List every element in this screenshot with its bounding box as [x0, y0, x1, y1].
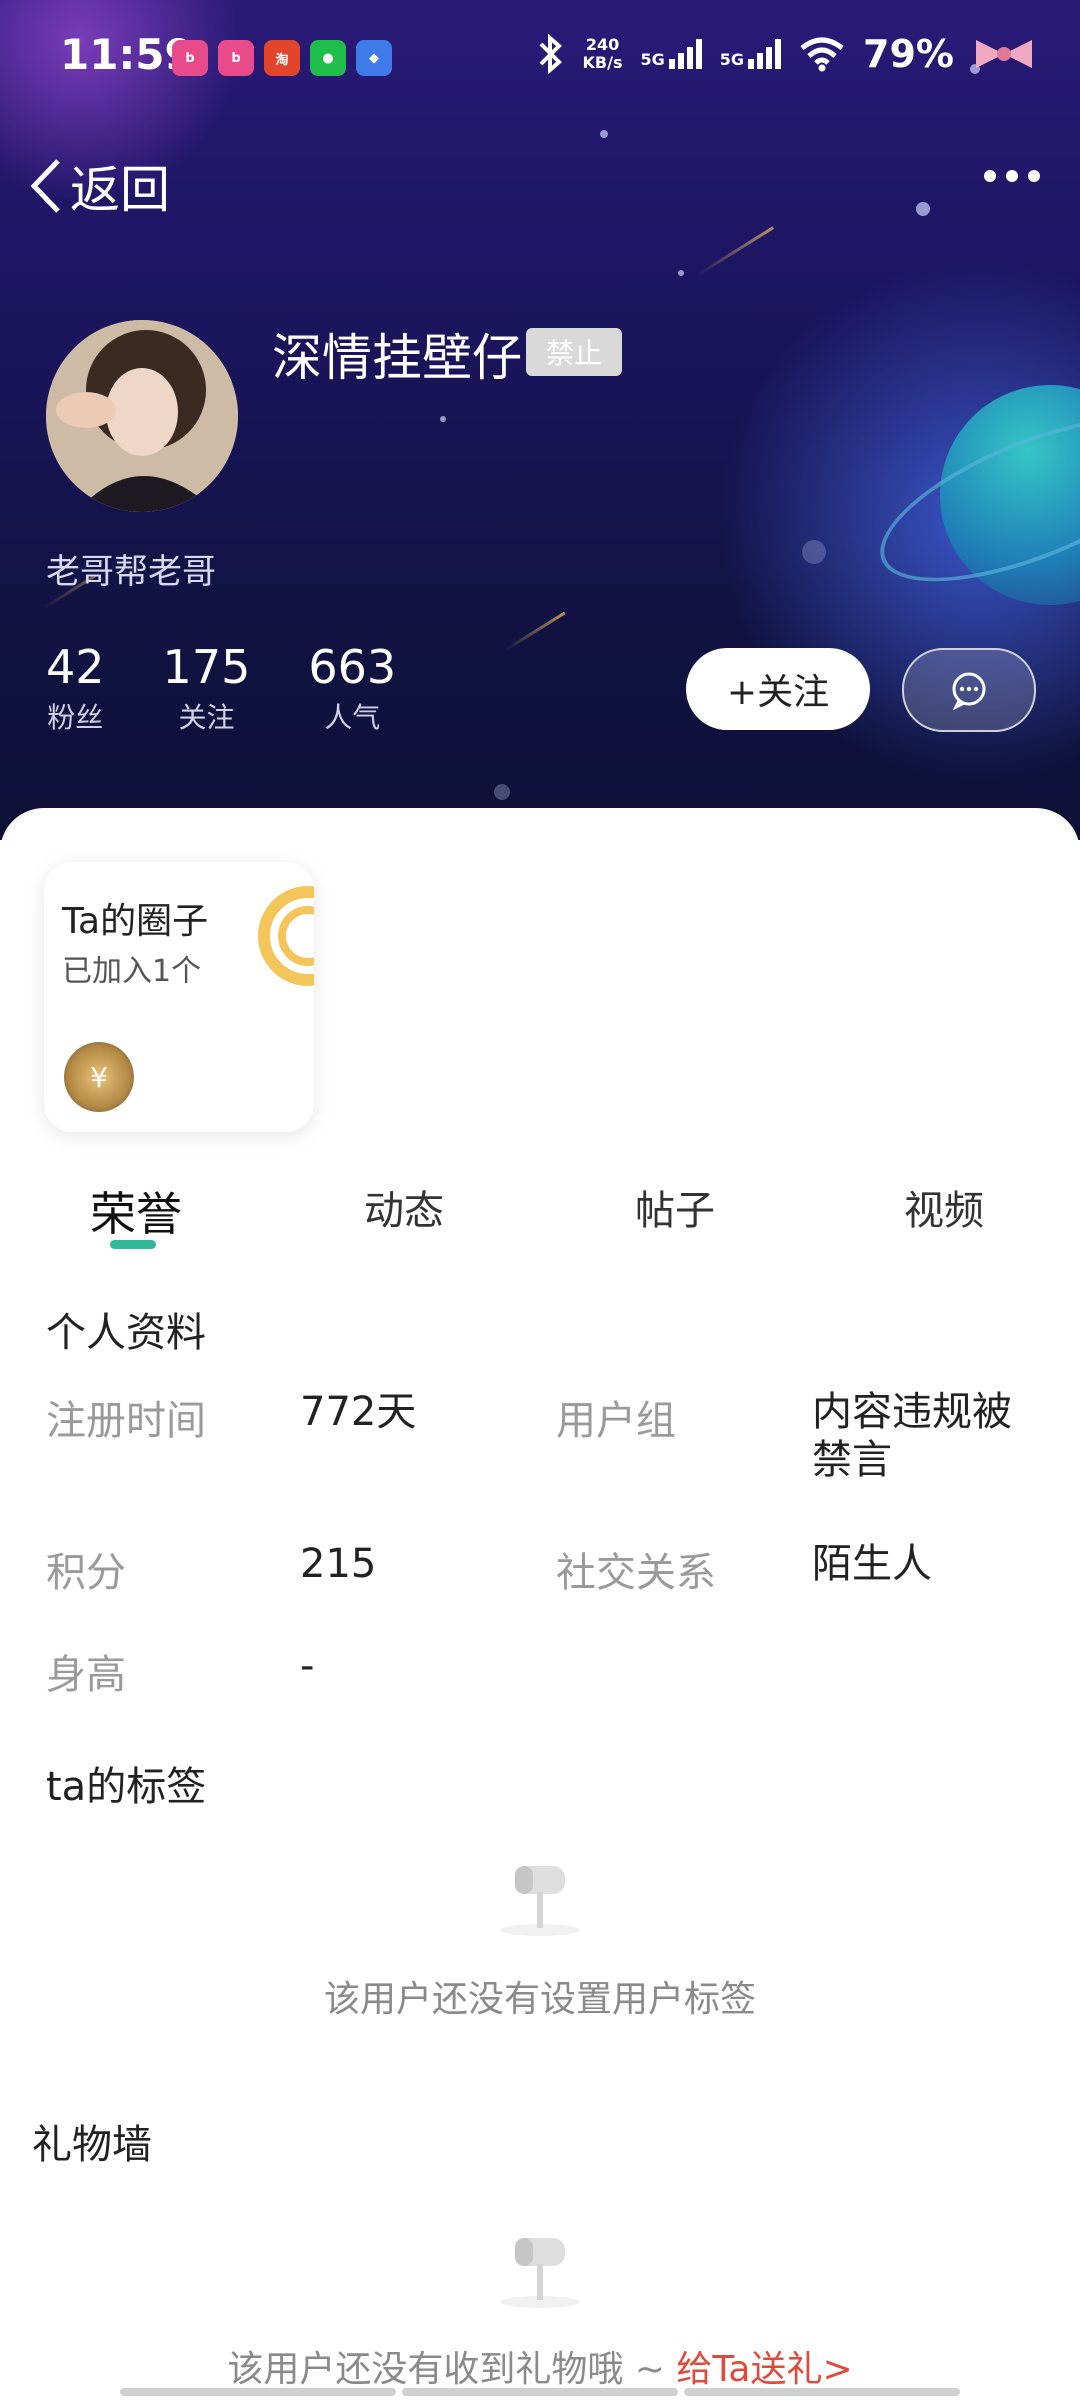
bottom-scroll-indicator [120, 2388, 960, 2396]
battery-level: 79% [863, 32, 954, 76]
stat-fans[interactable]: 42 粉丝 [46, 640, 105, 736]
info-label-register: 注册时间 [46, 1398, 206, 1444]
follow-button[interactable]: +关注 [686, 648, 870, 730]
wechat-icon: ● [310, 40, 346, 76]
chevron-left-icon [30, 159, 60, 213]
star-decoration [802, 540, 826, 564]
bilibili-icon: b [218, 40, 254, 76]
star-decoration [600, 130, 608, 138]
bow-icon [976, 40, 1032, 68]
stat-following[interactable]: 175 关注 [163, 640, 251, 736]
network-speed: 240 KB/s [582, 35, 623, 72]
tab-activity[interactable]: 动态 [304, 1178, 504, 1236]
profile-tabs: 荣誉 动态 帖子 视频 [0, 1158, 1080, 1268]
back-label: 返回 [70, 161, 170, 219]
tab-honor[interactable]: 荣誉 [36, 1178, 236, 1244]
info-value-group-line1: 内容违规被 [812, 1389, 1012, 1435]
meteor-decoration [696, 226, 774, 277]
message-button[interactable] [902, 648, 1036, 732]
status-bar: 11:59 b b 淘 ● ◆ 240 KB/s 5G 5G 79% [0, 0, 1080, 120]
section-title-tags: ta的标签 [46, 1764, 207, 1810]
tags-empty-text: 该用户还没有设置用户标签 [323, 1979, 756, 2020]
circle-coin-icon: ¥ [64, 1042, 134, 1112]
stat-popularity[interactable]: 663 人气 [308, 640, 396, 736]
profile-header: 11:59 b b 淘 ● ◆ 240 KB/s 5G 5G 79% 返回 深情… [0, 0, 1080, 840]
bilibili-icon: b [172, 40, 208, 76]
back-button[interactable]: 返回 [28, 150, 170, 222]
avatar-image [46, 320, 238, 512]
circle-subtitle: 已加入1个 [62, 954, 202, 989]
system-icons: 240 KB/s 5G 5G 79% [535, 32, 1036, 76]
empty-mailbox-icon [500, 1866, 580, 1936]
more-options-button[interactable] [984, 170, 1040, 182]
star-decoration [494, 784, 510, 800]
star-decoration [678, 270, 684, 276]
section-title-info: 个人资料 [46, 1310, 206, 1356]
taobao-icon: 淘 [264, 40, 300, 76]
notification-icons: b b 淘 ● ◆ [172, 40, 392, 76]
section-title-gifts: 礼物墙 [32, 2122, 152, 2168]
star-decoration [916, 202, 930, 216]
app-icon: ◆ [356, 40, 392, 76]
meteor-decoration [504, 611, 566, 652]
circle-title: Ta的圈子 [62, 901, 209, 942]
info-value-points: 215 [300, 1541, 377, 1587]
gifts-empty-text: 该用户还没有收到礼物哦 ~ 给Ta送礼> [227, 2349, 853, 2390]
info-value-register: 772天 [300, 1389, 417, 1435]
star-decoration [440, 416, 446, 422]
info-label-social: 社交关系 [556, 1550, 716, 1596]
tab-videos[interactable]: 视频 [844, 1178, 1044, 1236]
bluetooth-icon [539, 34, 562, 74]
circle-card[interactable]: Ta的圈子 已加入1个 ¥ [44, 862, 314, 1132]
chat-bubble-icon [952, 672, 986, 710]
tab-posts[interactable]: 帖子 [575, 1178, 775, 1236]
profile-content: Ta的圈子 已加入1个 ¥ 荣誉 动态 帖子 视频 个人资料 注册时间 772天… [0, 808, 1080, 2400]
profile-stats: 42 粉丝 175 关注 663 人气 [46, 640, 396, 736]
info-value-social: 陌生人 [812, 1541, 932, 1587]
user-bio: 老哥帮老哥 [46, 552, 216, 592]
avatar[interactable] [46, 320, 238, 512]
info-value-height: - [300, 1643, 315, 1689]
info-label-height: 身高 [46, 1652, 126, 1698]
empty-mailbox-icon [500, 2238, 580, 2308]
signal-2-icon: 5G [720, 39, 782, 69]
tab-indicator [110, 1240, 156, 1249]
info-label-group: 用户组 [556, 1398, 676, 1444]
wifi-icon [800, 37, 844, 72]
info-value-group-line2: 禁言 [812, 1437, 892, 1483]
username: 深情挂壁仔 [272, 329, 522, 387]
ban-badge: 禁止 [526, 328, 623, 376]
info-label-points: 积分 [46, 1550, 126, 1596]
send-gift-link[interactable]: 给Ta送礼> [676, 2349, 852, 2390]
signal-1-icon: 5G [641, 39, 702, 69]
